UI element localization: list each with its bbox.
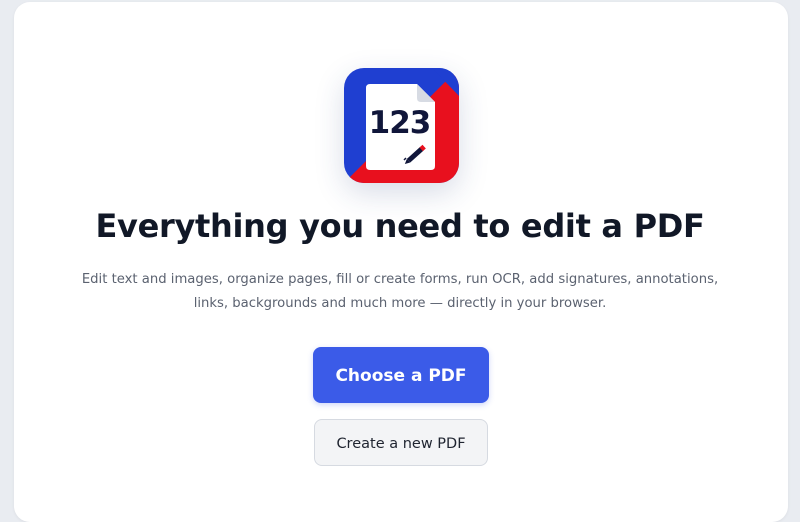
app-logo: 123	[344, 68, 459, 183]
choose-pdf-button[interactable]: Choose a PDF	[313, 347, 489, 403]
create-new-pdf-button[interactable]: Create a new PDF	[314, 419, 488, 466]
page-description: Edit text and images, organize pages, fi…	[81, 272, 719, 311]
logo-number: 123	[368, 105, 432, 141]
page-title: Everything you need to edit a PDF	[95, 207, 705, 245]
